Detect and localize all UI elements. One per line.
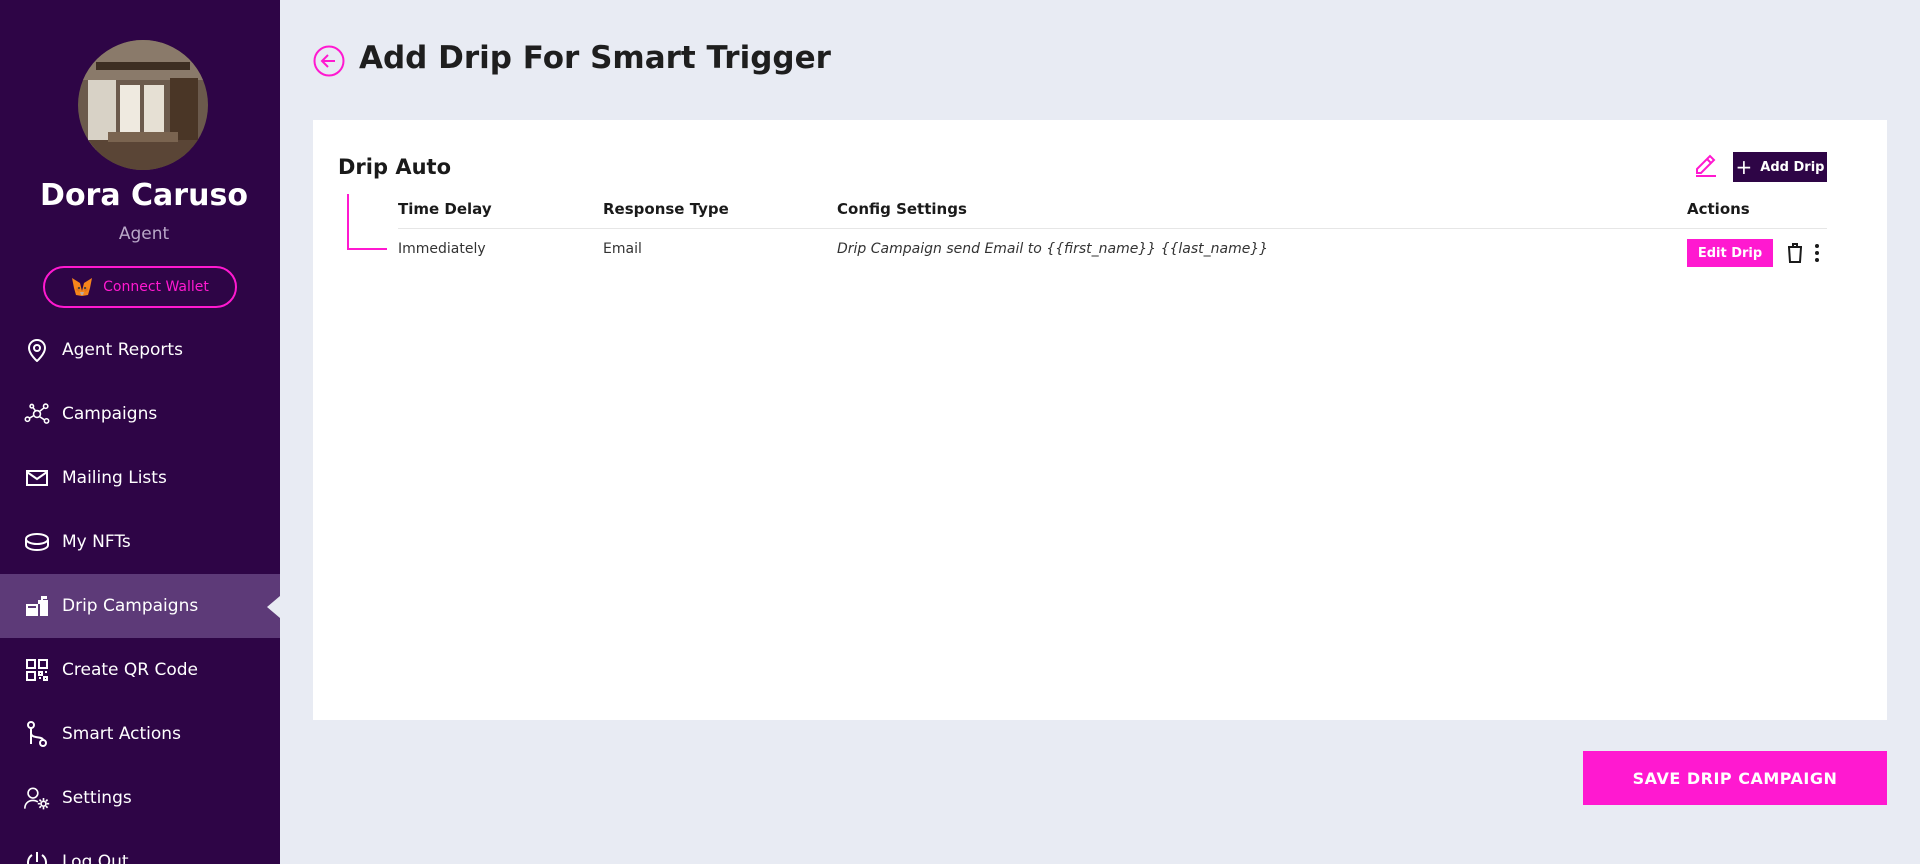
sidebar-item-label: Log Out [62,852,129,864]
sidebar-item-label: Drip Campaigns [62,596,199,616]
column-header: Response Type [603,200,729,218]
sidebar-item-my-nfts[interactable]: My NFTs [0,510,280,574]
more-vertical-icon[interactable] [1810,242,1824,264]
user-name: Dora Caruso [40,178,248,213]
sidebar-item-label: Mailing Lists [62,468,167,488]
connect-wallet-button[interactable]: Connect Wallet [43,266,237,308]
connect-wallet-label: Connect Wallet [103,279,209,295]
sidebar-item-create-qr-code[interactable]: Create QR Code [0,638,280,702]
trash-icon[interactable] [1785,242,1805,264]
metamask-fox-icon [72,278,93,296]
back-arrow-icon[interactable] [313,45,345,77]
sidebar-item-label: My NFTs [62,532,131,552]
power-icon [24,849,50,864]
time-delay-cell: Immediately [398,241,486,257]
sidebar-item-label: Smart Actions [62,724,181,744]
tree-connector [347,194,387,250]
plus-icon: + [1735,155,1753,179]
column-header: Time Delay [398,200,492,218]
network-icon [24,401,50,427]
sidebar-item-label: Agent Reports [62,340,183,360]
add-drip-label: Add Drip [1760,159,1825,175]
qr-code-icon [24,657,50,683]
edit-drip-button[interactable]: Edit Drip [1687,239,1773,267]
drip-mailbox-icon [24,593,50,619]
column-header: Actions [1687,200,1750,218]
avatar[interactable] [78,40,208,170]
sidebar-item-smart-actions[interactable]: Smart Actions [0,702,280,766]
column-header: Config Settings [837,200,967,218]
user-settings-icon [24,785,50,811]
sidebar-nav: Agent Reports Campaigns Mailing Lists My… [0,318,280,864]
sidebar-item-agent-reports[interactable]: Agent Reports [0,318,280,382]
sidebar-item-label: Campaigns [62,404,158,424]
save-drip-campaign-button[interactable]: SAVE DRIP CAMPAIGN [1583,751,1887,805]
sidebar-item-drip-campaigns[interactable]: Drip Campaigns [0,574,280,638]
coins-icon [24,529,50,555]
sidebar-item-campaigns[interactable]: Campaigns [0,382,280,446]
user-role: Agent [118,224,170,244]
config-settings-cell: Drip Campaign send Email to {{first_name… [837,241,1269,257]
sidebar: Dora Caruso Agent Connect Wallet Agent R… [0,0,280,864]
response-type-cell: Email [603,241,642,257]
sidebar-item-log-out[interactable]: Log Out [0,830,280,864]
table-header: Time Delay Response Type Config Settings… [398,199,1827,229]
page-title: Add Drip For Smart Trigger [359,40,831,76]
card-title: Drip Auto [338,155,451,179]
pencil-icon[interactable] [1692,150,1720,178]
table-row: Immediately Email Drip Campaign send Ema… [398,230,1827,276]
sidebar-item-mailing-lists[interactable]: Mailing Lists [0,446,280,510]
sidebar-item-label: Create QR Code [62,660,199,680]
mail-icon [24,465,50,491]
drip-card: Drip Auto + Add Drip Time Delay Response… [313,120,1887,720]
add-drip-button[interactable]: + Add Drip [1733,152,1827,182]
sidebar-item-label: Settings [62,788,132,808]
git-branch-icon [24,721,50,747]
sidebar-item-settings[interactable]: Settings [0,766,280,830]
map-pin-icon [24,337,50,363]
